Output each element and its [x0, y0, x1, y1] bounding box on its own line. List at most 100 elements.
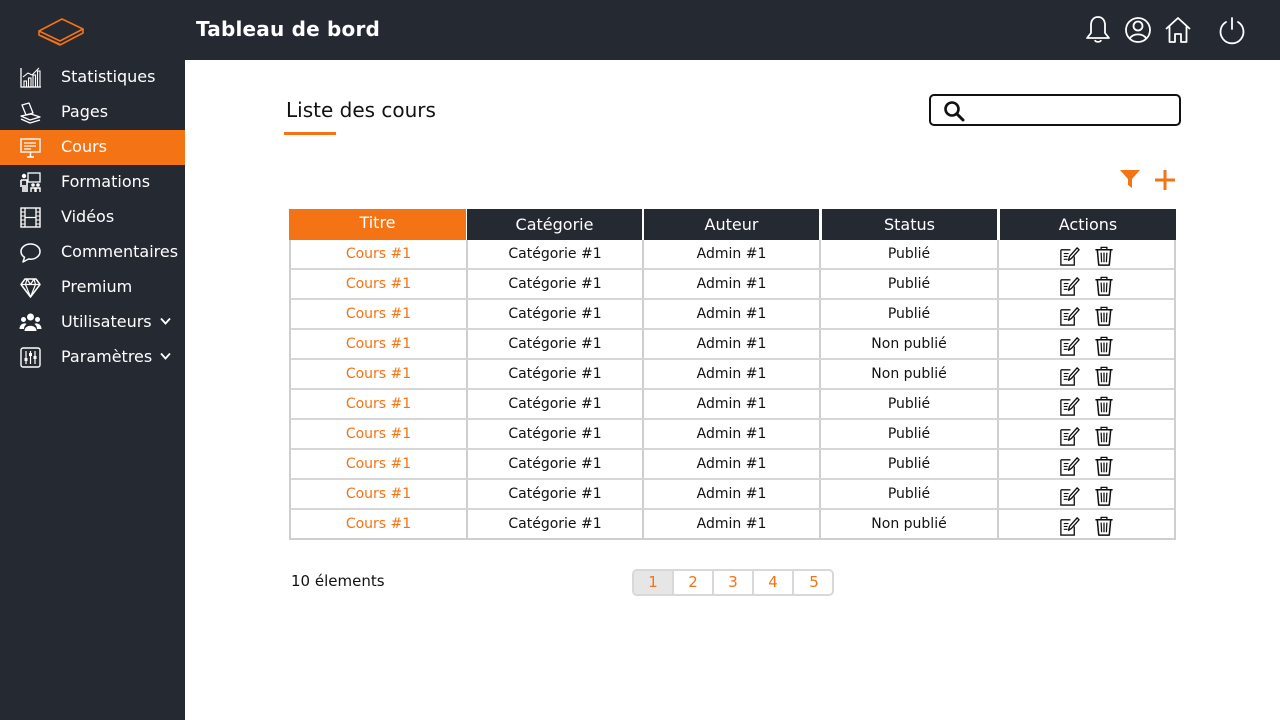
trash-icon[interactable] [1093, 485, 1115, 507]
filter-icon[interactable] [1119, 168, 1141, 190]
sidebar-item-label: Commentaires [61, 242, 179, 261]
trash-icon[interactable] [1093, 365, 1115, 387]
cell-status: Publié [887, 456, 931, 472]
user-icon[interactable] [1123, 14, 1153, 46]
power-icon[interactable] [1217, 14, 1247, 46]
cell-titre[interactable]: Cours #1 [291, 360, 466, 390]
edit-icon[interactable] [1058, 245, 1080, 267]
cell-categorie: Catégorie #1 [508, 336, 602, 352]
search-box[interactable] [929, 94, 1181, 126]
cell-categorie: Catégorie #1 [508, 486, 602, 502]
edit-icon[interactable] [1058, 305, 1080, 327]
column-header-titre[interactable]: Titre [289, 209, 466, 240]
search-icon[interactable] [943, 100, 965, 122]
home-icon[interactable] [1163, 14, 1193, 46]
chart-icon [20, 67, 41, 88]
table-row: Cours #1 Catégorie #1 Admin #1 Publié [291, 300, 1174, 330]
chevron-down-icon[interactable] [159, 316, 172, 326]
book-logo-icon[interactable] [36, 12, 86, 48]
sidebar-item-pages[interactable]: Pages [0, 95, 185, 130]
cell-titre[interactable]: Cours #1 [291, 510, 466, 540]
page-button-5[interactable]: 5 [794, 571, 832, 594]
pagination: 1 2 3 4 5 [632, 569, 834, 596]
page-button-2[interactable]: 2 [674, 571, 714, 594]
edit-icon[interactable] [1058, 275, 1080, 297]
cell-auteur: Admin #1 [696, 276, 767, 292]
cell-status: Publié [887, 276, 931, 292]
edit-icon[interactable] [1058, 395, 1080, 417]
page-button-4[interactable]: 4 [754, 571, 794, 594]
column-header-auteur[interactable]: Auteur [644, 209, 819, 240]
edit-icon[interactable] [1058, 455, 1080, 477]
cell-status: Non publié [871, 516, 947, 532]
cell-auteur: Admin #1 [696, 456, 767, 472]
cell-status: Non publié [871, 336, 947, 352]
sidebar-item-utilisateurs[interactable]: Utilisateurs [0, 305, 185, 340]
edit-icon[interactable] [1058, 425, 1080, 447]
page-title: Liste des cours [286, 98, 436, 122]
sidebar-item-label: Vidéos [61, 207, 115, 226]
cell-auteur: Admin #1 [696, 396, 767, 412]
column-header-categorie[interactable]: Catégorie [467, 209, 642, 240]
edit-icon[interactable] [1058, 515, 1080, 537]
cell-status: Non publié [871, 366, 947, 382]
search-input[interactable] [973, 99, 1173, 121]
sidebar-item-commentaires[interactable]: Commentaires [0, 235, 185, 270]
trash-icon[interactable] [1093, 515, 1115, 537]
page-button-1[interactable]: 1 [634, 571, 674, 594]
top-bar: Tableau de bord [0, 0, 1280, 60]
sidebar-item-cours[interactable]: Cours [0, 130, 185, 165]
cell-titre[interactable]: Cours #1 [291, 240, 466, 270]
sidebar-item-label: Cours [61, 137, 108, 156]
sidebar-item-statistiques[interactable]: Statistiques [0, 60, 185, 95]
table-body: Cours #1 Catégorie #1 Admin #1 Publié Cours … [289, 240, 1176, 540]
edit-icon[interactable] [1058, 485, 1080, 507]
edit-icon[interactable] [1058, 335, 1080, 357]
table-row: Cours #1 Catégorie #1 Admin #1 Publié [291, 240, 1174, 270]
cell-titre[interactable]: Cours #1 [291, 270, 466, 300]
table-row: Cours #1 Catégorie #1 Admin #1 Publié [291, 450, 1174, 480]
cell-titre[interactable]: Cours #1 [291, 300, 466, 330]
app-title: Tableau de bord [196, 17, 381, 41]
page-button-3[interactable]: 3 [714, 571, 754, 594]
cell-auteur: Admin #1 [696, 306, 767, 322]
film-icon [20, 207, 41, 228]
trash-icon[interactable] [1093, 335, 1115, 357]
column-header-actions: Actions [1000, 209, 1176, 240]
cell-categorie: Catégorie #1 [508, 516, 602, 532]
sidebar-item-premium[interactable]: Premium [0, 270, 185, 305]
table-header: Titre Catégorie Auteur Status Actions [289, 209, 1176, 240]
trash-icon[interactable] [1093, 245, 1115, 267]
trash-icon[interactable] [1093, 275, 1115, 297]
sidebar-item-videos[interactable]: Vidéos [0, 200, 185, 235]
column-header-status[interactable]: Status [822, 209, 997, 240]
trash-icon[interactable] [1093, 395, 1115, 417]
chevron-down-icon[interactable] [159, 351, 172, 361]
training-icon [20, 172, 41, 192]
bell-icon[interactable] [1083, 14, 1113, 46]
sidebar-item-label: Paramètres [61, 347, 153, 366]
item-count: 10 élements [291, 572, 385, 590]
table-row: Cours #1 Catégorie #1 Admin #1 Publié [291, 480, 1174, 510]
cell-titre[interactable]: Cours #1 [291, 450, 466, 480]
cell-titre[interactable]: Cours #1 [291, 480, 466, 510]
cell-auteur: Admin #1 [696, 516, 767, 532]
cell-status: Publié [887, 246, 931, 262]
cell-auteur: Admin #1 [696, 486, 767, 502]
cell-auteur: Admin #1 [696, 246, 767, 262]
add-icon[interactable] [1153, 168, 1177, 192]
trash-icon[interactable] [1093, 305, 1115, 327]
users-icon [19, 313, 42, 331]
table-row: Cours #1 Catégorie #1 Admin #1 Publié [291, 270, 1174, 300]
sidebar-item-parametres[interactable]: Paramètres [0, 340, 185, 375]
cell-titre[interactable]: Cours #1 [291, 420, 466, 450]
edit-icon[interactable] [1058, 365, 1080, 387]
cell-categorie: Catégorie #1 [508, 246, 602, 262]
sidebar-item-label: Utilisateurs [61, 312, 152, 331]
cell-titre[interactable]: Cours #1 [291, 390, 466, 420]
trash-icon[interactable] [1093, 425, 1115, 447]
cell-categorie: Catégorie #1 [508, 276, 602, 292]
trash-icon[interactable] [1093, 455, 1115, 477]
sidebar-item-formations[interactable]: Formations [0, 165, 185, 200]
cell-titre[interactable]: Cours #1 [291, 330, 466, 360]
